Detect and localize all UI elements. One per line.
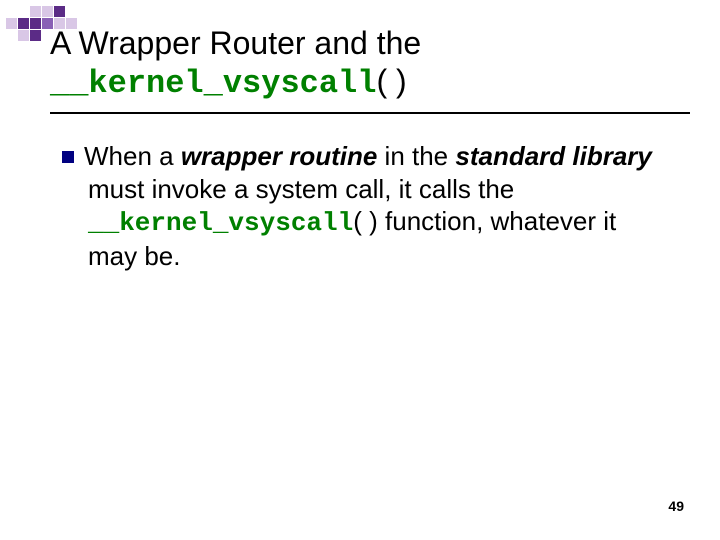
bullet-seg-3: standard library xyxy=(455,141,652,171)
title-code: __kernel_vsyscall xyxy=(50,65,376,102)
bullet-seg-5: __kernel_vsyscall xyxy=(88,208,353,238)
bullet-seg-2: in the xyxy=(377,141,455,171)
page-number: 49 xyxy=(668,498,684,514)
title-line1: A Wrapper Router and the xyxy=(50,25,421,61)
body-text: When a wrapper routine in the standard l… xyxy=(62,140,662,272)
slide-title: A Wrapper Router and the __kernel_vsysca… xyxy=(50,24,421,104)
bullet-item: When a wrapper routine in the standard l… xyxy=(62,140,662,272)
square-bullet-icon xyxy=(62,151,74,163)
bullet-seg-1: wrapper routine xyxy=(181,141,377,171)
bullet-seg-0: When a xyxy=(84,141,181,171)
bullet-seg-4: must invoke a system call, it calls the xyxy=(88,174,514,204)
title-underline xyxy=(50,112,690,114)
title-after-code: ( ) xyxy=(376,63,406,99)
